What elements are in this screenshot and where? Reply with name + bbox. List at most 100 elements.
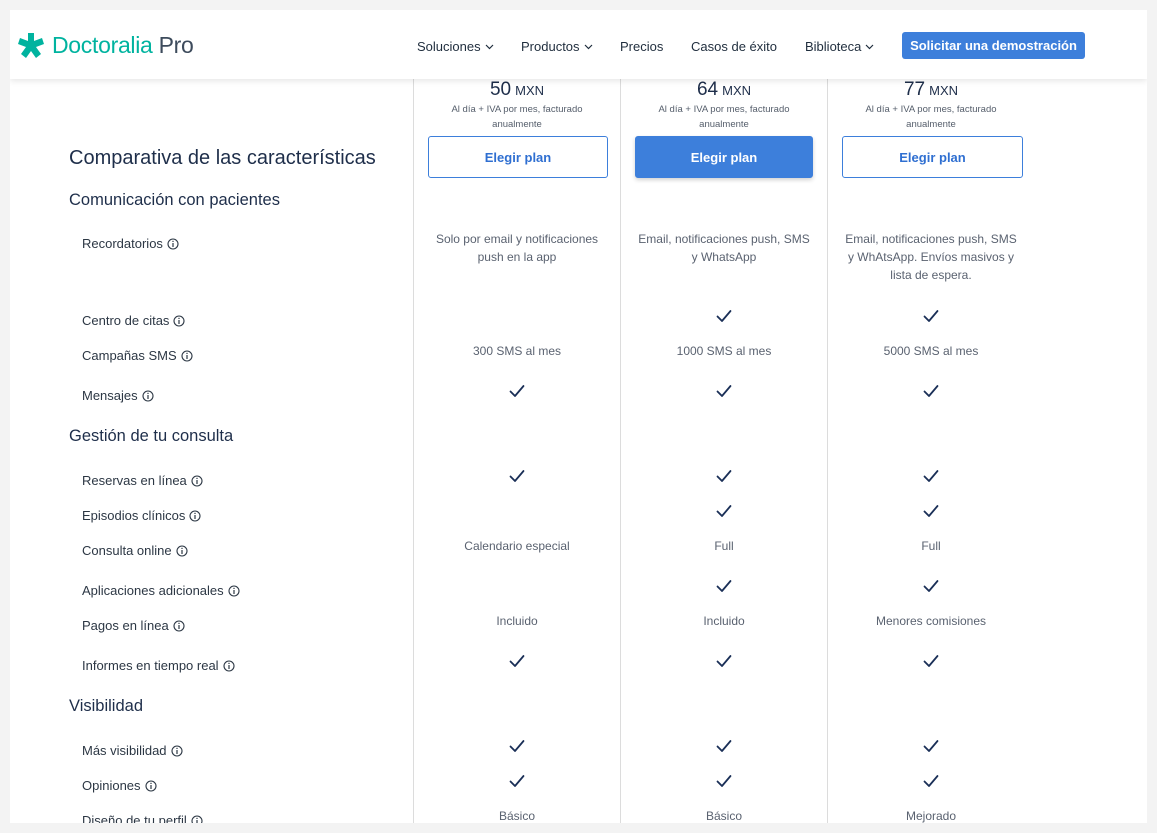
nav-label: Soluciones: [417, 39, 481, 54]
feature-label: Diseño de tu perfil: [82, 813, 203, 823]
top-navbar: Doctoralia Pro Soluciones Productos Prec…: [10, 10, 1147, 79]
feature-value: 1000 SMS al mes: [676, 344, 772, 358]
feature-value: 5000 SMS al mes: [883, 344, 979, 358]
check-icon: [716, 385, 732, 397]
logo[interactable]: Doctoralia Pro: [18, 32, 194, 59]
check-icon: [923, 655, 939, 667]
logo-suffix: Pro: [158, 32, 194, 58]
choose-plan-button[interactable]: Elegir plan: [635, 136, 813, 178]
plan-price: 64 MXN: [634, 79, 814, 101]
feature-label: Más visibilidad: [82, 743, 183, 758]
feature-label: Campañas SMS: [82, 348, 193, 363]
price-currency: MXN: [722, 83, 752, 98]
logo-icon: [18, 32, 44, 58]
feature-value: Menores comisiones: [875, 614, 987, 628]
feature-label: Aplicaciones adicionales: [82, 583, 240, 598]
info-icon[interactable]: [142, 389, 154, 402]
check-icon: [509, 655, 525, 667]
feature-value: Full: [921, 539, 941, 553]
nav-label: Biblioteca: [805, 39, 862, 54]
info-icon[interactable]: [173, 314, 185, 327]
feature-name: Centro de citas: [82, 313, 170, 328]
section-title: Visibilidad: [69, 697, 143, 715]
comparison-title: Comparativa de las características: [69, 147, 376, 169]
logo-brand: Doctoralia: [52, 32, 153, 58]
info-icon[interactable]: [181, 349, 193, 362]
feature-value: Email, notificaciones push, SMS y WhAtsA…: [845, 232, 1017, 282]
feature-value: Básico: [498, 809, 536, 823]
nav-productos[interactable]: Productos: [521, 39, 593, 54]
info-icon[interactable]: [167, 237, 179, 250]
info-icon[interactable]: [228, 584, 240, 597]
feature-value: Incluido: [703, 614, 745, 628]
check-icon: [716, 505, 732, 517]
column-divider: [827, 79, 828, 823]
nav-label: Productos: [521, 39, 580, 54]
feature-value: Básico: [705, 809, 743, 823]
feature-name: Episodios clínicos: [82, 508, 186, 523]
feature-label: Reservas en línea: [82, 473, 203, 488]
feature-name: Campañas SMS: [82, 348, 177, 363]
check-icon: [716, 740, 732, 752]
feature-name: Informes en tiempo real: [82, 658, 219, 673]
feature-value: 300 SMS al mes: [472, 344, 562, 358]
feature-name: Diseño de tu perfil: [82, 813, 187, 823]
feature-value: Email, notificaciones push, SMS y WhatsA…: [638, 232, 810, 264]
check-icon: [716, 655, 732, 667]
logo-text: Doctoralia Pro: [52, 32, 194, 59]
nav-label: Casos de éxito: [691, 39, 777, 54]
feature-name: Recordatorios: [82, 236, 163, 251]
info-icon[interactable]: [170, 744, 183, 757]
check-icon: [923, 470, 939, 482]
feature-name: Mensajes: [82, 388, 138, 403]
request-demo-button[interactable]: Solicitar una demostración: [902, 32, 1085, 59]
page: Doctoralia Pro Soluciones Productos Prec…: [10, 10, 1147, 823]
info-icon[interactable]: [191, 814, 203, 824]
feature-label: Recordatorios: [82, 236, 179, 251]
feature-name: Reservas en línea: [82, 473, 187, 488]
choose-plan-button[interactable]: Elegir plan: [842, 136, 1023, 178]
chevron-down-icon: [485, 44, 494, 49]
feature-value: Solo por email y notificaciones push en …: [435, 232, 599, 264]
nav-casos[interactable]: Casos de éxito: [691, 39, 777, 54]
section-title: Gestión de tu consulta: [69, 427, 234, 445]
chevron-down-icon: [865, 44, 874, 49]
plan-price: 77 MXN: [841, 79, 1021, 101]
feature-name: Consulta online: [82, 543, 172, 558]
info-icon[interactable]: [223, 659, 235, 672]
feature-name: Más visibilidad: [82, 743, 167, 758]
check-icon: [923, 740, 939, 752]
info-icon[interactable]: [173, 619, 185, 632]
check-icon: [923, 775, 939, 787]
check-icon: [716, 470, 732, 482]
check-icon: [923, 505, 939, 517]
chevron-down-icon: [584, 44, 592, 49]
check-icon: [716, 310, 732, 322]
feature-label: Opiniones: [82, 778, 157, 793]
check-icon: [509, 775, 525, 787]
check-icon: [716, 775, 732, 787]
price-currency: MXN: [515, 83, 545, 98]
nav-biblioteca[interactable]: Biblioteca: [805, 39, 874, 54]
feature-name: Aplicaciones adicionales: [82, 583, 224, 598]
nav-precios[interactable]: Precios: [620, 39, 663, 54]
info-icon[interactable]: [191, 474, 203, 487]
price-note: Al día + IVA por mes, facturado anualmen…: [451, 104, 583, 130]
feature-name: Pagos en línea: [82, 618, 169, 633]
feature-label: Episodios clínicos: [82, 508, 201, 523]
feature-value: Calendario especial: [464, 539, 570, 553]
feature-label: Informes en tiempo real: [82, 658, 235, 673]
check-icon: [923, 310, 939, 322]
check-icon: [509, 740, 525, 752]
info-icon[interactable]: [144, 779, 157, 792]
feature-label: Pagos en línea: [82, 618, 185, 633]
check-icon: [923, 385, 939, 397]
feature-label: Consulta online: [82, 543, 188, 558]
price-amount: 64: [696, 79, 719, 100]
column-divider: [620, 79, 621, 823]
info-icon[interactable]: [176, 544, 188, 557]
column-divider: [413, 79, 414, 823]
nav-soluciones[interactable]: Soluciones: [417, 39, 494, 54]
info-icon[interactable]: [189, 509, 201, 522]
choose-plan-button[interactable]: Elegir plan: [428, 136, 608, 178]
